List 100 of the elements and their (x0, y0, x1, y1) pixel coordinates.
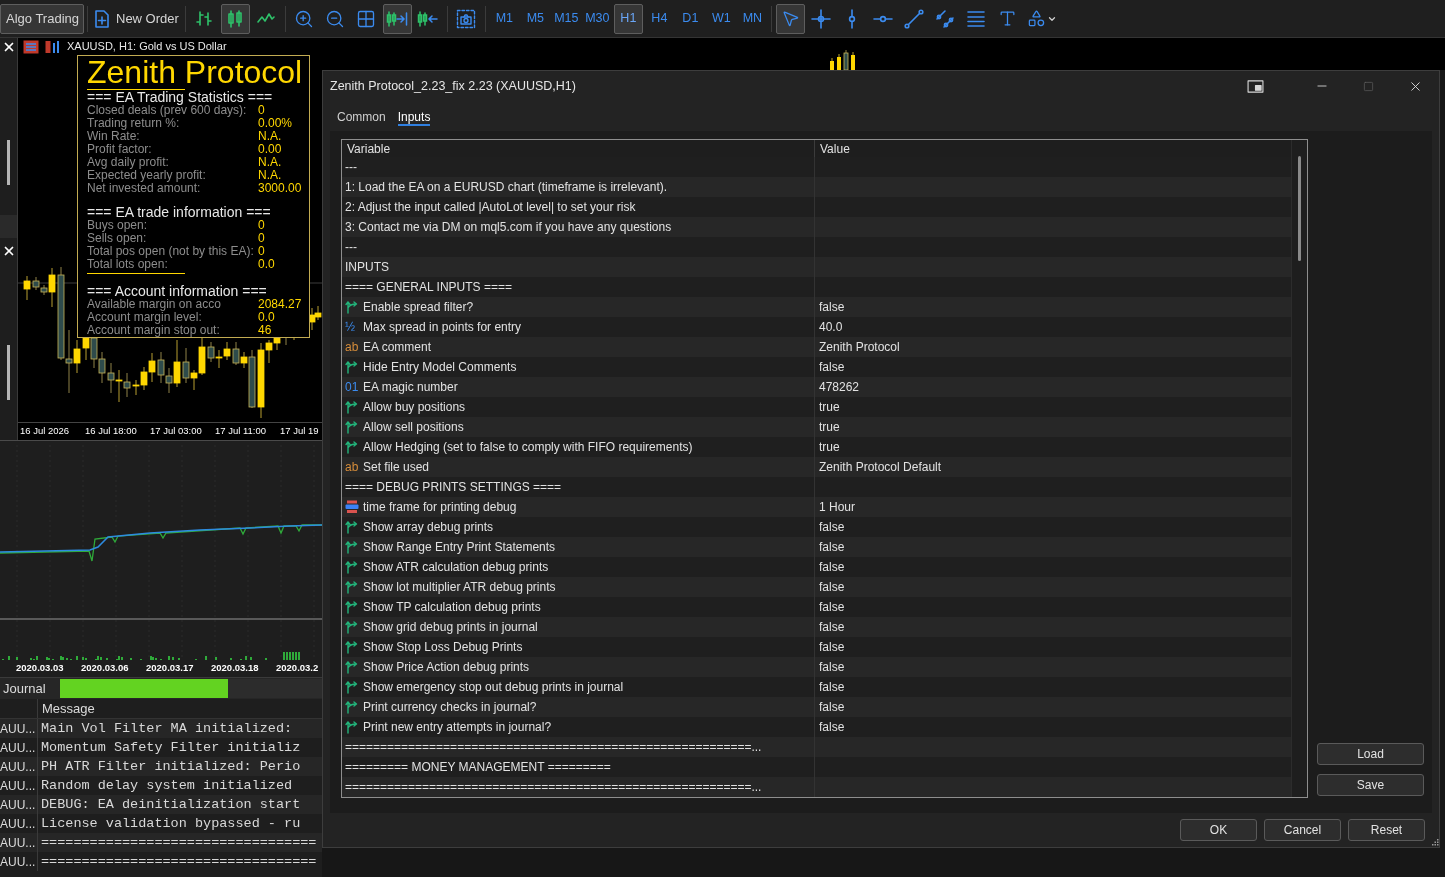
stat-label: Avg daily profit: (87, 156, 170, 169)
zoom-in-icon (294, 8, 315, 29)
timeframe-button[interactable]: D1 (675, 3, 705, 34)
parameter-value[interactable]: false (819, 518, 845, 536)
branch-arrow-icon (345, 560, 359, 574)
stat-label: Buys open: (87, 219, 149, 232)
parameter-value[interactable]: true (819, 438, 840, 456)
section-heading: === EA trade information === (87, 205, 272, 219)
symbol-text: AUU... (0, 758, 36, 776)
new-order-button[interactable]: New Order (91, 3, 182, 34)
parameter-value[interactable]: false (819, 298, 845, 316)
timeframe-button[interactable]: MN (737, 3, 767, 34)
branch-arrow-icon (345, 360, 359, 374)
chart-type-button[interactable] (220, 3, 250, 34)
section-label: ========= MONEY MANAGEMENT ========= (345, 759, 611, 776)
parameter-value[interactable]: false (819, 618, 845, 636)
section-label: ==========================================================... (345, 779, 762, 796)
stat-label: Account margin level: (87, 311, 203, 324)
dialog-button[interactable]: Cancel (1264, 819, 1341, 841)
parameter-name: Show lot multiplier ATR debug prints (363, 579, 556, 596)
log-message: License validation bypassed - ru (40, 815, 301, 832)
column-header[interactable]: Message (38, 698, 95, 719)
section-label: ==== GENERAL INPUTS ==== (345, 279, 512, 296)
data-type-label: ½ (345, 320, 356, 334)
branch-arrow-icon (345, 720, 359, 734)
stat-value: 0.00% (258, 117, 293, 130)
parameter-value[interactable]: 1 Hour (819, 498, 856, 516)
parameter-name: Show Price Action debug prints (363, 659, 530, 676)
shapes-icon (1026, 9, 1046, 28)
parameter-value[interactable]: true (819, 398, 840, 416)
timeframe-button[interactable]: H4 (644, 3, 674, 34)
parameter-value[interactable]: false (819, 698, 845, 716)
parameter-value[interactable]: false (819, 578, 845, 596)
time-label: 16 Jul 18:00 (85, 424, 138, 439)
section-heading: === Account information === (87, 284, 268, 298)
time-label: 17 Jul 03:00 (150, 424, 203, 439)
parameter-name: Set file used (363, 459, 430, 476)
shift-chart-icon (417, 9, 440, 28)
parameter-value[interactable]: false (819, 538, 845, 556)
parameter-name: Show array debug prints (363, 519, 494, 536)
parameter-value[interactable]: Zenith Protocol Default (819, 458, 942, 476)
parameter-value[interactable]: false (819, 598, 845, 616)
stat-value: N.A. (258, 156, 282, 169)
branch-arrow-icon (345, 400, 359, 414)
parameter-value[interactable]: false (819, 638, 845, 656)
stat-value: 0 (258, 219, 265, 232)
parameter-value[interactable]: false (819, 658, 845, 676)
screenshot-icon (456, 8, 477, 29)
parameter-name: EA comment (363, 339, 432, 356)
parameter-name: EA magic number (363, 379, 458, 396)
timeframe-button[interactable]: M15 (551, 3, 581, 34)
resize-grip-icon[interactable] (1432, 839, 1439, 846)
parameter-value[interactable]: Zenith Protocol (819, 338, 900, 356)
date-label: 2020.03.18 (211, 661, 260, 676)
auto-scroll-button[interactable] (382, 3, 412, 34)
algo-trading-button[interactable]: Algo Trading (0, 3, 84, 34)
scrollbar-thumb[interactable] (1298, 156, 1301, 261)
column-header[interactable]: Value (815, 139, 850, 158)
stat-label: Closed deals (prev 600 days): (87, 104, 248, 117)
dialog-button[interactable]: Reset (1348, 819, 1425, 841)
grid-icon (356, 8, 377, 29)
stat-value: 0.00 (258, 143, 282, 156)
parameter-name: Max spread in points for entry (363, 319, 522, 336)
stat-value: 3000.00 (258, 182, 302, 195)
tab[interactable]: Common (337, 110, 386, 126)
timeframe-button[interactable]: M5 (520, 3, 550, 34)
parameter-value[interactable]: 478262 (819, 378, 860, 396)
dialog-button[interactable]: OK (1180, 819, 1257, 841)
chart-title: XAUUSD, H1: Gold vs US Dollar (67, 39, 227, 55)
scrollbar[interactable] (7, 140, 10, 185)
branch-arrow-icon (345, 420, 359, 434)
stacked-bars-icon (345, 500, 359, 514)
stat-value: 2084.27 (258, 298, 302, 311)
parameter-name: Enable spread filter? (363, 299, 474, 316)
stat-label: Total pos open (not by this EA): (87, 245, 255, 258)
parameter-value[interactable]: false (819, 718, 845, 736)
table-icon (23, 39, 39, 54)
drawing-tool-button[interactable] (775, 3, 805, 34)
timeframe-button[interactable]: M30 (582, 3, 612, 34)
parameter-value[interactable]: false (819, 558, 845, 576)
parameter-value[interactable]: 40.0 (819, 318, 843, 336)
timeframe-button[interactable]: W1 (706, 3, 736, 34)
file-plus-icon (94, 9, 110, 28)
column-header[interactable]: Variable (347, 139, 391, 158)
zoom-out-icon (325, 8, 346, 29)
parameter-value[interactable]: false (819, 358, 845, 376)
scrollbar[interactable] (7, 345, 10, 400)
journal-tab[interactable]: Journal (0, 678, 60, 699)
parameter-value[interactable]: false (819, 678, 845, 696)
window-title: Zenith Protocol_2.23_fix 2.23 (XAUUSD,H1) (329, 77, 577, 95)
stat-value: N.A. (258, 169, 282, 182)
timeframe-button[interactable]: M1 (489, 3, 519, 34)
parameter-value[interactable]: true (819, 418, 840, 436)
tab[interactable]: Inputs (397, 110, 431, 126)
log-message: DEBUG: EA deinitialization start (40, 796, 301, 813)
branch-arrow-icon (345, 520, 359, 534)
symbol-text: AUU... (0, 834, 36, 852)
dialog-button[interactable]: Load (1317, 743, 1424, 765)
timeframe-button[interactable]: H1 (613, 3, 643, 34)
dialog-button[interactable]: Save (1317, 774, 1424, 796)
